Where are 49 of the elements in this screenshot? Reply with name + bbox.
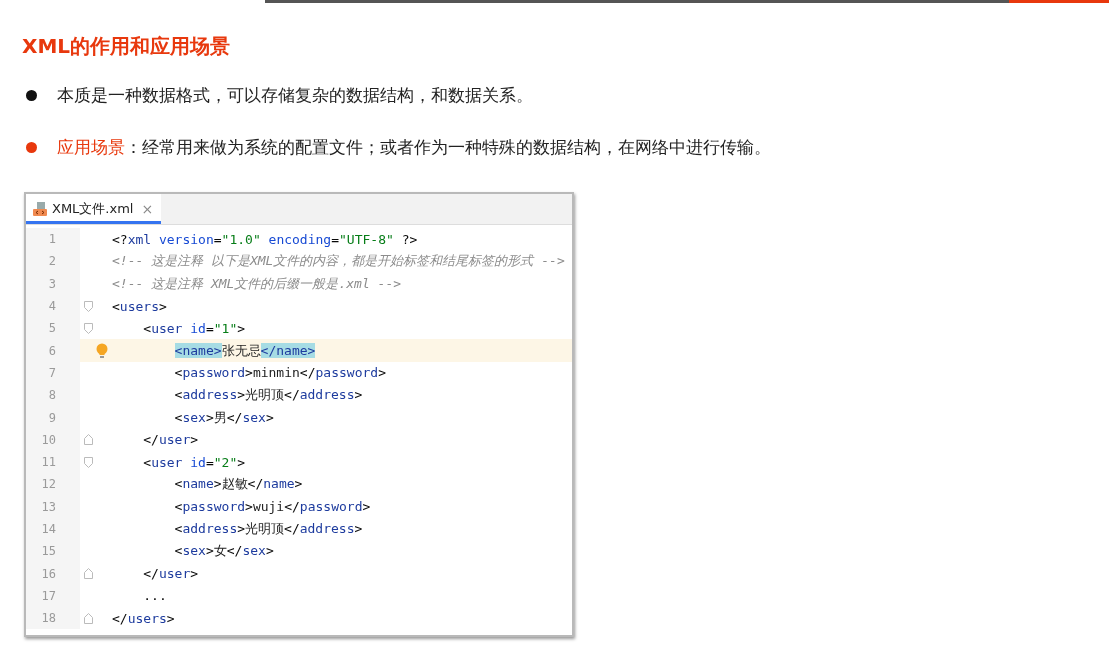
line-number: 6 <box>47 343 56 358</box>
line-number: 5 <box>47 321 56 336</box>
line-number: 18 <box>40 611 56 626</box>
code-line: <user id="2"> <box>143 454 246 470</box>
code-line: <password>wuji</password> <box>174 499 371 515</box>
line-number: 4 <box>47 299 56 314</box>
line-number: 7 <box>47 365 56 380</box>
code-line: <!-- 这是注释 XML文件的后缀一般是.xml --> <box>112 274 402 293</box>
code-line: </user> <box>143 566 199 582</box>
line-number: 16 <box>40 566 56 581</box>
code-line: <!-- 这是注释 以下是XML文件的内容，都是开始标签和结尾标签的形式 --> <box>112 252 565 271</box>
line-number: 8 <box>47 388 56 403</box>
line-number: 1 <box>47 232 56 247</box>
code-line: <name>赵敏</name> <box>174 475 303 494</box>
fold-icon[interactable] <box>83 456 93 468</box>
code-line: <user id="1"> <box>143 320 246 336</box>
line-number: 12 <box>40 477 56 492</box>
fold-icon[interactable] <box>83 434 93 446</box>
code-line: </user> <box>143 432 199 448</box>
line-number: 2 <box>47 254 56 269</box>
code-line: <?xml version="1.0" encoding="UTF-8" ?> <box>112 231 418 247</box>
line-number: 3 <box>47 276 56 291</box>
code-line: <users> <box>112 298 167 314</box>
code-line: <address>光明顶</address> <box>174 520 363 538</box>
file-tab[interactable]: XML文件.xml × <box>26 194 162 224</box>
fold-icon[interactable] <box>83 612 93 624</box>
bullet-text: 应用场景：经常用来做为系统的配置文件；或者作为一种特殊的数据结构，在网络中进行传输。 <box>57 136 771 159</box>
close-icon[interactable]: × <box>141 201 154 217</box>
line-number: 11 <box>40 455 56 470</box>
xml-file-icon <box>32 201 48 217</box>
code-line: <name>张无忌</name> <box>174 341 316 360</box>
fold-icon[interactable] <box>83 568 93 580</box>
fold-icon[interactable] <box>83 300 93 312</box>
code-line: </users> <box>112 610 175 626</box>
code-line: <address>光明顶</address> <box>174 386 363 405</box>
bullet-text: 本质是一种数据格式，可以存储复杂的数据结构，和数据关系。 <box>57 84 533 107</box>
line-number: 17 <box>40 588 56 603</box>
line-number: 13 <box>40 499 56 514</box>
code-line: <sex>男</sex> <box>174 408 274 427</box>
slide-title: XML的作用和应用场景 <box>22 33 232 60</box>
lightbulb-icon[interactable] <box>96 342 108 359</box>
code-line: <password>minmin</password> <box>174 365 386 381</box>
fold-icon[interactable] <box>83 322 93 334</box>
code-line: <sex>女</sex> <box>174 542 274 561</box>
line-number: 14 <box>40 522 56 536</box>
line-number: 15 <box>40 544 56 559</box>
line-number: 10 <box>40 432 56 447</box>
line-number: 9 <box>47 410 56 425</box>
code-line: ... <box>143 588 167 604</box>
